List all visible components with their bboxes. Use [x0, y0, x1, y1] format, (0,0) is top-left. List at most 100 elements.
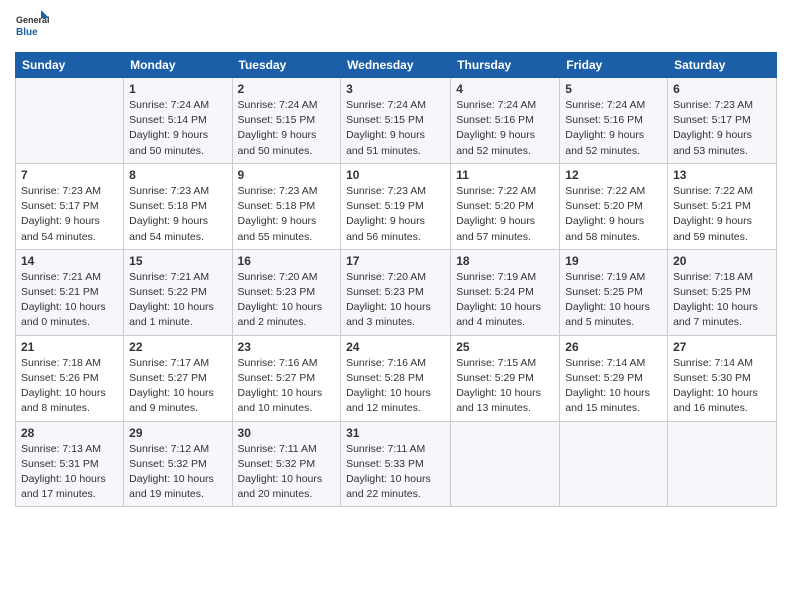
day-number: 11: [456, 168, 554, 182]
calendar-cell: 2Sunrise: 7:24 AMSunset: 5:15 PMDaylight…: [232, 78, 341, 164]
day-info: Sunrise: 7:22 AMSunset: 5:20 PMDaylight:…: [456, 184, 554, 245]
day-info: Sunrise: 7:13 AMSunset: 5:31 PMDaylight:…: [21, 442, 118, 503]
day-info: Sunrise: 7:24 AMSunset: 5:16 PMDaylight:…: [565, 98, 662, 159]
calendar-cell: 31 Sunrise: 7:11 AMSunset: 5:33 PMDayligh…: [341, 421, 451, 507]
svg-text:Blue: Blue: [16, 27, 38, 38]
day-info: Sunrise: 7:17 AMSunset: 5:27 PMDaylight:…: [129, 356, 226, 417]
day-number: 3: [346, 82, 445, 96]
calendar-body: 1 Sunrise: 7:24 AMSunset: 5:14 PMDaylight…: [16, 78, 777, 507]
header-day: Tuesday: [232, 53, 341, 78]
calendar-cell: 30 Sunrise: 7:11 AMSunset: 5:32 PMDayligh…: [232, 421, 341, 507]
calendar-cell: 20Sunrise: 7:18 AMSunset: 5:25 PMDayligh…: [668, 249, 777, 335]
calendar-cell: [560, 421, 668, 507]
header-row: SundayMondayTuesdayWednesdayThursdayFrid…: [16, 53, 777, 78]
calendar-week-row: 28 Sunrise: 7:13 AMSunset: 5:31 PMDayligh…: [16, 421, 777, 507]
calendar-header: SundayMondayTuesdayWednesdayThursdayFrid…: [16, 53, 777, 78]
day-info: Sunrise: 7:23 AMSunset: 5:17 PMDaylight:…: [21, 184, 118, 245]
calendar-cell: 1 Sunrise: 7:24 AMSunset: 5:14 PMDaylight…: [124, 78, 232, 164]
calendar-cell: 21Sunrise: 7:18 AMSunset: 5:26 PMDayligh…: [16, 335, 124, 421]
day-info: Sunrise: 7:16 AMSunset: 5:27 PMDaylight:…: [238, 356, 336, 417]
day-info: Sunrise: 7:22 AMSunset: 5:21 PMDaylight:…: [673, 184, 771, 245]
day-info: Sunrise: 7:23 AMSunset: 5:19 PMDaylight:…: [346, 184, 445, 245]
calendar-week-row: 7Sunrise: 7:23 AMSunset: 5:17 PMDaylight…: [16, 163, 777, 249]
day-info: Sunrise: 7:24 AMSunset: 5:16 PMDaylight:…: [456, 98, 554, 159]
day-number: 12: [565, 168, 662, 182]
day-number: 19: [565, 254, 662, 268]
header-day: Thursday: [451, 53, 560, 78]
day-info: Sunrise: 7:14 AMSunset: 5:29 PMDaylight:…: [565, 356, 662, 417]
calendar-cell: [451, 421, 560, 507]
day-info: Sunrise: 7:11 AMSunset: 5:32 PMDaylight:…: [238, 442, 336, 503]
day-number: 20: [673, 254, 771, 268]
day-info: Sunrise: 7:21 AMSunset: 5:22 PMDaylight:…: [129, 270, 226, 331]
calendar-cell: 12 Sunrise: 7:22 AMSunset: 5:20 PMDayligh…: [560, 163, 668, 249]
day-number: 8: [129, 168, 226, 182]
day-number: 24: [346, 340, 445, 354]
calendar-cell: 29 Sunrise: 7:12 AMSunset: 5:32 PMDayligh…: [124, 421, 232, 507]
day-number: 10: [346, 168, 445, 182]
day-number: 5: [565, 82, 662, 96]
calendar-cell: 28 Sunrise: 7:13 AMSunset: 5:31 PMDayligh…: [16, 421, 124, 507]
calendar-week-row: 14 Sunrise: 7:21 AMSunset: 5:21 PMDayligh…: [16, 249, 777, 335]
day-number: 30: [238, 426, 336, 440]
day-number: 25: [456, 340, 554, 354]
calendar-cell: 7Sunrise: 7:23 AMSunset: 5:17 PMDaylight…: [16, 163, 124, 249]
day-number: 31: [346, 426, 445, 440]
header-day: Wednesday: [341, 53, 451, 78]
day-info: Sunrise: 7:23 AMSunset: 5:18 PMDaylight:…: [238, 184, 336, 245]
header-day: Sunday: [16, 53, 124, 78]
day-info: Sunrise: 7:15 AMSunset: 5:29 PMDaylight:…: [456, 356, 554, 417]
day-info: Sunrise: 7:20 AMSunset: 5:23 PMDaylight:…: [238, 270, 336, 331]
day-info: Sunrise: 7:19 AMSunset: 5:25 PMDaylight:…: [565, 270, 662, 331]
calendar-cell: 10 Sunrise: 7:23 AMSunset: 5:19 PMDayligh…: [341, 163, 451, 249]
day-info: Sunrise: 7:22 AMSunset: 5:20 PMDaylight:…: [565, 184, 662, 245]
calendar-cell: 23 Sunrise: 7:16 AMSunset: 5:27 PMDayligh…: [232, 335, 341, 421]
day-info: Sunrise: 7:24 AMSunset: 5:14 PMDaylight:…: [129, 98, 226, 159]
calendar-table: SundayMondayTuesdayWednesdayThursdayFrid…: [15, 52, 777, 507]
day-number: 4: [456, 82, 554, 96]
day-number: 6: [673, 82, 771, 96]
calendar-cell: 27Sunrise: 7:14 AMSunset: 5:30 PMDayligh…: [668, 335, 777, 421]
calendar-cell: 15Sunrise: 7:21 AMSunset: 5:22 PMDayligh…: [124, 249, 232, 335]
day-info: Sunrise: 7:24 AMSunset: 5:15 PMDaylight:…: [346, 98, 445, 159]
calendar-cell: 25 Sunrise: 7:15 AMSunset: 5:29 PMDayligh…: [451, 335, 560, 421]
calendar-cell: 16 Sunrise: 7:20 AMSunset: 5:23 PMDayligh…: [232, 249, 341, 335]
logo-svg: General Blue: [15, 10, 49, 44]
day-info: Sunrise: 7:11 AMSunset: 5:33 PMDaylight:…: [346, 442, 445, 503]
calendar-cell: 26 Sunrise: 7:14 AMSunset: 5:29 PMDayligh…: [560, 335, 668, 421]
day-number: 1: [129, 82, 226, 96]
day-info: Sunrise: 7:20 AMSunset: 5:23 PMDaylight:…: [346, 270, 445, 331]
calendar-cell: 11 Sunrise: 7:22 AMSunset: 5:20 PMDayligh…: [451, 163, 560, 249]
calendar-cell: 18Sunrise: 7:19 AMSunset: 5:24 PMDayligh…: [451, 249, 560, 335]
day-info: Sunrise: 7:12 AMSunset: 5:32 PMDaylight:…: [129, 442, 226, 503]
calendar-cell: 6Sunrise: 7:23 AMSunset: 5:17 PMDaylight…: [668, 78, 777, 164]
calendar-week-row: 21Sunrise: 7:18 AMSunset: 5:26 PMDayligh…: [16, 335, 777, 421]
day-number: 18: [456, 254, 554, 268]
calendar-cell: 14 Sunrise: 7:21 AMSunset: 5:21 PMDayligh…: [16, 249, 124, 335]
calendar-cell: 24Sunrise: 7:16 AMSunset: 5:28 PMDayligh…: [341, 335, 451, 421]
day-number: 14: [21, 254, 118, 268]
day-info: Sunrise: 7:21 AMSunset: 5:21 PMDaylight:…: [21, 270, 118, 331]
page-header: General Blue: [15, 10, 777, 44]
calendar-cell: 5 Sunrise: 7:24 AMSunset: 5:16 PMDaylight…: [560, 78, 668, 164]
day-number: 29: [129, 426, 226, 440]
day-number: 2: [238, 82, 336, 96]
calendar-cell: 13 Sunrise: 7:22 AMSunset: 5:21 PMDayligh…: [668, 163, 777, 249]
day-number: 9: [238, 168, 336, 182]
header-day: Saturday: [668, 53, 777, 78]
calendar-cell: [16, 78, 124, 164]
logo: General Blue: [15, 10, 49, 44]
day-number: 26: [565, 340, 662, 354]
day-number: 16: [238, 254, 336, 268]
day-number: 21: [21, 340, 118, 354]
calendar-cell: 4 Sunrise: 7:24 AMSunset: 5:16 PMDaylight…: [451, 78, 560, 164]
calendar-cell: 19 Sunrise: 7:19 AMSunset: 5:25 PMDayligh…: [560, 249, 668, 335]
day-number: 23: [238, 340, 336, 354]
day-info: Sunrise: 7:23 AMSunset: 5:18 PMDaylight:…: [129, 184, 226, 245]
header-day: Friday: [560, 53, 668, 78]
day-number: 13: [673, 168, 771, 182]
day-number: 28: [21, 426, 118, 440]
day-number: 22: [129, 340, 226, 354]
calendar-week-row: 1 Sunrise: 7:24 AMSunset: 5:14 PMDaylight…: [16, 78, 777, 164]
day-info: Sunrise: 7:14 AMSunset: 5:30 PMDaylight:…: [673, 356, 771, 417]
